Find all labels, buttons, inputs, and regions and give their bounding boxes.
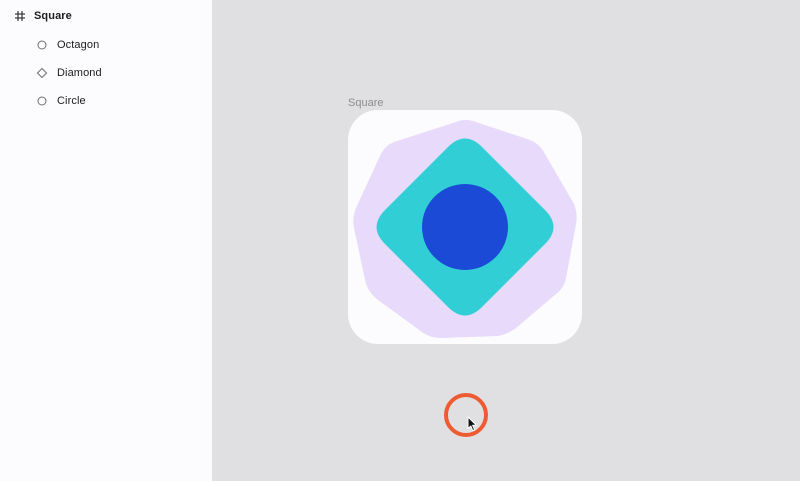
circle-outline-icon bbox=[36, 95, 48, 107]
layer-label-circle: Circle bbox=[57, 95, 86, 107]
layer-label-diamond: Diamond bbox=[57, 67, 102, 79]
square-frame[interactable] bbox=[348, 110, 582, 344]
layer-item-octagon[interactable]: Octagon bbox=[36, 35, 99, 55]
click-indicator-ring bbox=[444, 393, 488, 437]
mouse-pointer-icon bbox=[467, 416, 479, 432]
circle-shape[interactable] bbox=[422, 184, 508, 270]
layer-item-circle[interactable]: Circle bbox=[36, 91, 86, 111]
hash-icon bbox=[14, 10, 26, 22]
layer-item-diamond[interactable]: Diamond bbox=[36, 63, 102, 83]
diamond-outline-icon bbox=[36, 67, 48, 79]
design-canvas[interactable]: Square bbox=[212, 0, 800, 481]
layers-panel: Square Octagon Diamond Circle bbox=[0, 0, 212, 481]
layer-label-square: Square bbox=[34, 10, 72, 22]
frame-title-label[interactable]: Square bbox=[348, 97, 383, 109]
layer-label-octagon: Octagon bbox=[57, 39, 100, 51]
layer-item-square[interactable]: Square bbox=[14, 6, 72, 26]
circle-outline-icon bbox=[36, 39, 48, 51]
